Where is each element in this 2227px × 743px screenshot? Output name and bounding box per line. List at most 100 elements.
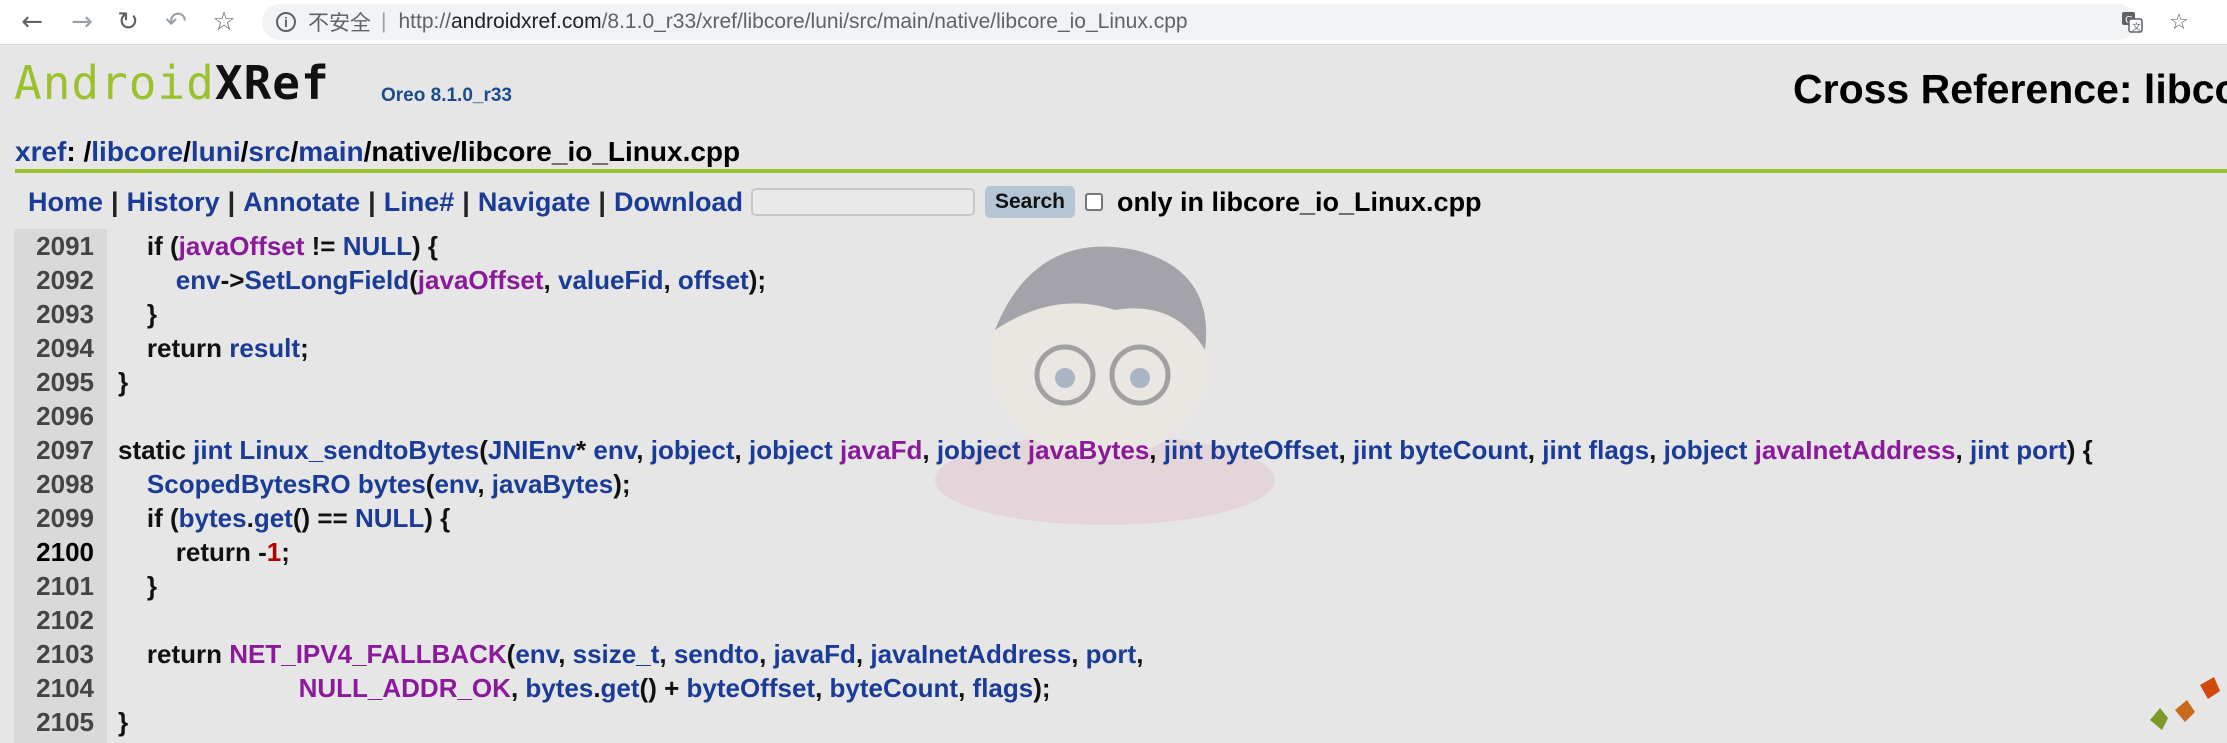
code-identifier[interactable]: offset xyxy=(678,265,749,295)
code-identifier[interactable]: javaBytes xyxy=(1028,435,1149,465)
line-number[interactable]: 2093 xyxy=(14,297,94,331)
code-identifier[interactable]: javaFd xyxy=(840,435,922,465)
code-identifier[interactable]: env xyxy=(176,265,221,295)
code-identifier[interactable]: javaInetAddress xyxy=(1755,435,1956,465)
code-identifier[interactable]: get xyxy=(601,673,640,703)
line-number[interactable]: 2099 xyxy=(14,501,94,535)
code-identifier[interactable]: valueFid xyxy=(558,265,663,295)
breadcrumb-luni[interactable]: luni xyxy=(191,136,241,167)
code-identifier[interactable]: byteCount xyxy=(830,673,959,703)
line-number[interactable]: 2105 xyxy=(14,705,94,739)
code-identifier[interactable]: JNIEnv xyxy=(488,435,576,465)
line-numbers-link[interactable]: Line# xyxy=(384,187,455,218)
code-identifier[interactable]: jobject xyxy=(1664,435,1748,465)
code-identifier[interactable]: jobject xyxy=(937,435,1021,465)
code-punct: , xyxy=(734,435,749,465)
code-identifier[interactable]: SetLongField xyxy=(244,265,409,295)
history-link[interactable]: History xyxy=(127,187,220,218)
code-punct: ); xyxy=(748,265,767,295)
code-identifier[interactable]: bytes xyxy=(179,503,247,533)
code-punct: return - xyxy=(118,537,267,567)
undo-icon[interactable]: ↶ xyxy=(158,4,194,40)
url-text[interactable]: http://androidxref.com/8.1.0_r33/xref/li… xyxy=(398,10,1187,34)
line-number[interactable]: 2104 xyxy=(14,671,94,705)
code-identifier[interactable]: ssize_t xyxy=(573,639,660,669)
translate-icon[interactable]: G文 xyxy=(2117,7,2147,37)
code-punct: != xyxy=(304,231,343,261)
code-punct: -> xyxy=(220,265,245,295)
line-number[interactable]: 2102 xyxy=(14,603,94,637)
line-number[interactable]: 2098 xyxy=(14,467,94,501)
code-identifier[interactable]: jint xyxy=(1164,435,1203,465)
code-punct: ); xyxy=(613,469,631,499)
line-number[interactable]: 2100 xyxy=(14,535,94,569)
code-identifier[interactable]: env xyxy=(593,435,636,465)
code-identifier[interactable]: ScopedBytesRO xyxy=(147,469,351,499)
back-icon[interactable]: ← xyxy=(14,4,50,40)
code-identifier[interactable]: env xyxy=(434,469,477,499)
line-number[interactable]: 2097 xyxy=(14,433,94,467)
code-identifier[interactable]: get xyxy=(254,503,293,533)
code-identifier[interactable]: env xyxy=(515,639,558,669)
code-identifier[interactable]: result xyxy=(229,333,300,363)
address-bar[interactable]: i 不安全 | http://androidxref.com/8.1.0_r33… xyxy=(262,4,2136,40)
code-identifier[interactable]: Linux_sendtoBytes xyxy=(239,435,479,465)
code-identifier[interactable]: jobject xyxy=(749,435,833,465)
code-identifier[interactable]: jint xyxy=(1353,435,1392,465)
line-number[interactable]: 2101 xyxy=(14,569,94,603)
code-identifier[interactable]: byteOffset xyxy=(1210,435,1339,465)
code-punct: } xyxy=(118,299,158,329)
code-punct: , xyxy=(510,673,526,703)
code-identifier[interactable]: bytes xyxy=(358,469,426,499)
code-punct: return xyxy=(118,333,230,363)
code-identifier[interactable]: jint xyxy=(193,435,232,465)
line-number[interactable]: 2103 xyxy=(14,637,94,671)
breadcrumb-src[interactable]: src xyxy=(248,136,290,167)
code-identifier[interactable]: flags xyxy=(973,673,1034,703)
code-identifier[interactable]: NULL_ADDR_OK xyxy=(299,673,511,703)
code-identifier[interactable]: NET_IPV4_FALLBACK xyxy=(229,639,506,669)
code-text: } xyxy=(118,569,157,603)
code-identifier[interactable]: jobject xyxy=(651,435,735,465)
code-identifier[interactable]: javaInetAddress xyxy=(870,639,1071,669)
star-icon[interactable]: ☆ xyxy=(2164,7,2194,37)
annotate-link[interactable]: Annotate xyxy=(243,187,360,218)
code-identifier[interactable]: 1 xyxy=(267,537,281,567)
code-identifier[interactable]: NULL xyxy=(355,503,424,533)
code-identifier[interactable]: sendto xyxy=(674,639,759,669)
line-number[interactable]: 2092 xyxy=(14,263,94,297)
code-identifier[interactable]: javaBytes xyxy=(492,469,613,499)
code-identifier[interactable]: jint xyxy=(1542,435,1581,465)
bookmark-star-icon[interactable]: ☆ xyxy=(206,4,242,40)
home-link[interactable]: Home xyxy=(28,187,103,218)
code-identifier[interactable]: byteOffset xyxy=(687,673,816,703)
code-identifier[interactable]: NULL xyxy=(343,231,412,261)
code-identifier[interactable]: javaFd xyxy=(774,639,856,669)
reload-icon[interactable]: ↻ xyxy=(110,4,146,40)
code-identifier[interactable]: bytes xyxy=(525,673,593,703)
code-identifier[interactable]: jint xyxy=(1970,435,2009,465)
url-scheme: http:// xyxy=(398,10,451,33)
code-punct: , xyxy=(558,639,573,669)
line-number[interactable]: 2091 xyxy=(14,229,94,263)
line-number[interactable]: 2094 xyxy=(14,331,94,365)
info-icon[interactable]: i xyxy=(276,12,296,32)
code-identifier[interactable]: javaOffset xyxy=(179,231,305,261)
code-identifier[interactable]: flags xyxy=(1588,435,1649,465)
breadcrumb-main[interactable]: main xyxy=(298,136,363,167)
code-text: } xyxy=(118,365,128,399)
code-identifier[interactable]: byteCount xyxy=(1399,435,1528,465)
code-identifier[interactable]: port xyxy=(1086,639,1137,669)
breadcrumb-xref[interactable]: xref xyxy=(15,136,66,167)
code-identifier[interactable]: port xyxy=(2016,435,2067,465)
only-in-file-checkbox[interactable] xyxy=(1085,193,1103,211)
code-punct: if ( xyxy=(118,503,179,533)
line-number[interactable]: 2095 xyxy=(14,365,94,399)
navigate-link[interactable]: Navigate xyxy=(478,187,591,218)
download-link[interactable]: Download xyxy=(614,187,743,218)
breadcrumb-libcore[interactable]: libcore xyxy=(91,136,183,167)
forward-icon[interactable]: → xyxy=(64,4,100,40)
androidxref-logo[interactable]: AndroidXRef xyxy=(14,60,330,106)
code-identifier[interactable]: javaOffset xyxy=(418,265,544,295)
line-number[interactable]: 2096 xyxy=(14,399,94,433)
